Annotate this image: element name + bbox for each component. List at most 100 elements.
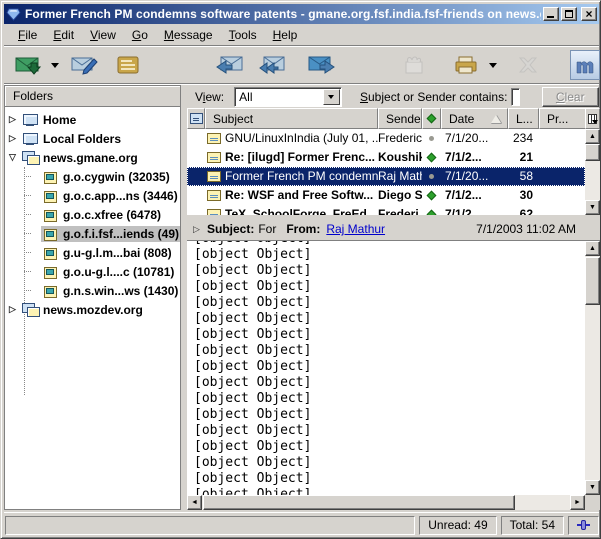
folder-tree-item[interactable]: g.o.c.xfree (6478) [5, 205, 180, 224]
unread-count: Unread: 49 [419, 516, 496, 535]
stop-button[interactable] [510, 50, 546, 80]
folder-tree-item[interactable]: g.n.s.win...ws (1430) [5, 281, 180, 300]
subject-value: For [258, 222, 276, 236]
folder-tree-item[interactable]: g.o.f.i.fsf...iends (49) [5, 224, 180, 243]
scroll-left-button[interactable]: ◄ [187, 495, 202, 510]
reply-all-button[interactable] [254, 50, 290, 80]
maximize-button[interactable] [561, 7, 577, 21]
status-message-panel [5, 516, 415, 535]
body-line: [object Object] [194, 263, 585, 279]
body-line: [object Object] [194, 487, 585, 495]
menu-item[interactable]: Go [124, 26, 156, 44]
dropdown-arrow-icon [328, 95, 334, 99]
message-date: 7/1/2... [441, 148, 508, 167]
folder-tree-item[interactable]: Home [5, 110, 180, 129]
message-scrollbar-vertical[interactable]: ▲ ▼ [585, 241, 600, 495]
scroll-down-button[interactable]: ▼ [585, 200, 600, 215]
folder-icon [22, 132, 39, 146]
message-scrollbar-horizontal[interactable]: ◄ ► [187, 495, 585, 510]
close-button[interactable]: × [581, 7, 597, 21]
forward-button[interactable] [304, 50, 340, 80]
thread-scrollbar-thumb[interactable] [585, 144, 600, 161]
scroll-up-button[interactable]: ▲ [585, 129, 600, 144]
folder-tree-item[interactable]: g.o.c.app...ns (3446) [5, 186, 180, 205]
reply-button[interactable] [212, 50, 248, 80]
body-line: [object Object] [194, 471, 585, 487]
message-sender: Raj Mathur [378, 167, 422, 186]
scroll-up-button[interactable]: ▲ [585, 241, 600, 256]
message-lines: 21 [508, 148, 539, 167]
folder-label: g.u-g.l.m...bai (808) [63, 246, 172, 260]
header-twisty-icon[interactable] [193, 220, 207, 239]
message-lines: 58 [508, 167, 539, 186]
print-button[interactable] [448, 50, 484, 80]
twisty-icon[interactable] [9, 300, 21, 319]
message-hscrollbar-thumb[interactable] [203, 495, 515, 510]
thread-row[interactable]: GNU/LinuxInIndia (July 01, ... Frederic.… [187, 129, 585, 148]
scroll-down-button[interactable]: ▼ [585, 480, 600, 495]
view-dropdown-value: All [235, 90, 323, 104]
sort-ascending-icon [491, 115, 501, 123]
address-book-button[interactable] [110, 50, 146, 80]
thread-list: GNU/LinuxInIndia (July 01, ... Frederic.… [187, 129, 585, 215]
thread-row[interactable]: TeX, SchoolForge, FreEd... Frederi... 7/… [187, 205, 585, 215]
sender-column-header[interactable]: Sender [378, 108, 422, 129]
dropdown-arrow-icon [489, 63, 497, 68]
view-label: View: [195, 90, 224, 104]
thread-icon [190, 113, 203, 124]
view-dropdown[interactable]: All [234, 87, 342, 107]
folder-icon [42, 208, 59, 222]
column-picker-button[interactable] [585, 108, 600, 129]
message-subject: Re: [ilugd] Former Frenc... [225, 148, 375, 167]
view-dropdown-button[interactable] [323, 89, 340, 105]
folder-icon [42, 170, 59, 184]
twisty-icon[interactable] [9, 129, 21, 148]
filter-input[interactable] [511, 88, 519, 106]
folder-tree-item[interactable]: g.o.cygwin (32035) [5, 167, 180, 186]
menu-item[interactable]: Edit [45, 26, 82, 44]
thread-column-button[interactable] [187, 108, 205, 129]
twisty-icon[interactable] [9, 148, 21, 167]
get-mail-dropdown[interactable] [48, 50, 62, 80]
mozilla-logo[interactable] [570, 50, 600, 80]
thread-row[interactable]: Former French PM condemn... Raj Mathur 7… [187, 167, 585, 186]
total-count: Total: 54 [501, 516, 564, 535]
menu-item[interactable]: View [82, 26, 124, 44]
thread-row[interactable]: Re: [ilugd] Former Frenc... Koushik... 7… [187, 148, 585, 167]
twisty-icon[interactable] [9, 110, 21, 129]
clear-button[interactable]: Clear [542, 87, 600, 107]
menu-item[interactable]: File [10, 26, 45, 44]
message-icon [207, 190, 221, 201]
junk-icon [401, 54, 427, 76]
folder-tree-item[interactable]: g.o.u-g.l....c (10781) [5, 262, 180, 281]
read-state-icon [429, 174, 434, 179]
minimize-button[interactable] [543, 7, 559, 21]
folder-icon [22, 113, 39, 127]
folder-tree-item[interactable]: news.gmane.org [5, 148, 180, 167]
lines-column-header[interactable]: L... [508, 108, 539, 129]
message-scrollbar-thumb[interactable] [585, 257, 600, 305]
folder-tree-item[interactable]: g.u-g.l.m...bai (808) [5, 243, 180, 262]
folder-icon [22, 303, 39, 317]
menu-item[interactable]: Help [265, 26, 306, 44]
menu-item[interactable]: Message [156, 26, 221, 44]
junk-button[interactable] [396, 50, 432, 80]
online-status-panel[interactable] [568, 516, 599, 535]
folder-tree-item[interactable]: news.mozdev.org [5, 300, 180, 319]
scroll-right-button[interactable]: ► [570, 495, 585, 510]
subject-label: Subject: [207, 222, 254, 236]
thread-row[interactable]: Re: WSF and Free Softw... Diego S... 7/1… [187, 186, 585, 205]
get-mail-button[interactable] [10, 50, 46, 80]
menu-item[interactable]: Tools [221, 26, 265, 44]
folder-icon [42, 265, 59, 279]
print-dropdown[interactable] [486, 50, 500, 80]
subject-column-header[interactable]: Subject [205, 108, 378, 129]
from-link[interactable]: Raj Mathur [326, 222, 385, 236]
write-button[interactable] [66, 50, 102, 80]
body-line: [object Object] [194, 455, 585, 471]
date-column-header[interactable]: Date [441, 108, 508, 129]
thread-scrollbar[interactable]: ▲ ▼ [585, 129, 600, 215]
body-line: [object Object] [194, 359, 585, 375]
read-column-header[interactable] [422, 108, 441, 129]
folder-tree-item[interactable]: Local Folders [5, 129, 180, 148]
